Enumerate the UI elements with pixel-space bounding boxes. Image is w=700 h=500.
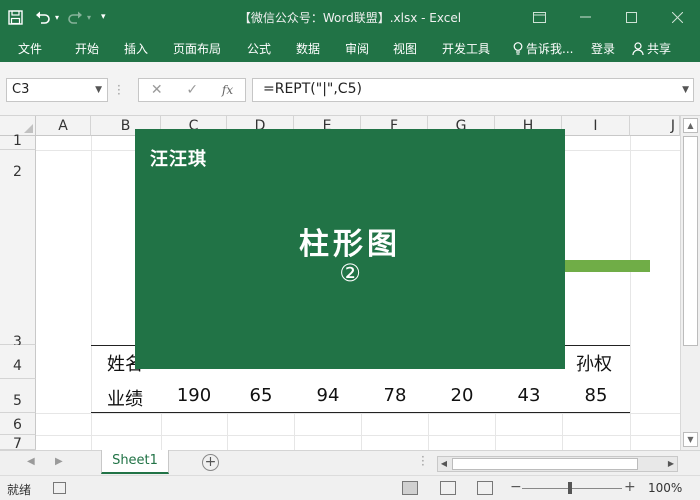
column-header-j[interactable]: J (630, 116, 680, 136)
share-label: 共享 (647, 42, 672, 56)
column-header-i[interactable]: I (562, 116, 630, 136)
tab-page-layout[interactable]: 页面布局 (173, 40, 221, 57)
gridline (36, 435, 680, 436)
page-break-view-icon[interactable] (477, 481, 493, 495)
add-sheet-icon[interactable]: + (202, 454, 219, 471)
formula-buttons: ✕ ✓ fx (138, 78, 246, 102)
zoom-slider[interactable] (522, 488, 622, 489)
status-bar: 就绪 − + 100% (0, 475, 700, 500)
prev-sheet-icon[interactable]: ◀ (27, 456, 35, 467)
name-box[interactable]: C3 ▼ (6, 78, 108, 102)
status-ready: 就绪 (7, 483, 32, 497)
tab-insert[interactable]: 插入 (124, 40, 148, 57)
drag-handle-icon[interactable]: · · · (117, 80, 121, 100)
row-header-6[interactable]: 6 (0, 413, 36, 435)
cell-i5[interactable]: 85 (563, 385, 629, 406)
horizontal-scrollbar[interactable]: ◀ ▶ (437, 456, 678, 472)
gridline (227, 413, 228, 450)
scroll-left-icon[interactable]: ◀ (438, 457, 450, 471)
gridline (495, 413, 496, 450)
overlay-title: 柱形图 (299, 227, 401, 262)
scroll-right-icon[interactable]: ▶ (665, 457, 677, 471)
cell-d5[interactable]: 65 (228, 385, 294, 406)
rept-bar (565, 260, 650, 272)
minimize-icon[interactable] (562, 0, 608, 34)
normal-view-icon[interactable] (402, 481, 418, 495)
scroll-up-icon[interactable]: ▲ (683, 118, 698, 133)
page-layout-view-icon[interactable] (440, 481, 456, 495)
title-bar: ▾ ▾ ▾ 【微信公众号：Word联盟】.xlsx - Excel (0, 0, 700, 34)
zoom-in-icon[interactable]: + (624, 479, 636, 495)
login-button[interactable]: 登录 (591, 40, 615, 57)
close-icon[interactable] (654, 0, 700, 34)
gridline (91, 136, 92, 450)
next-sheet-icon[interactable]: ▶ (55, 456, 63, 467)
gridline (562, 413, 563, 450)
name-box-value: C3 (12, 82, 30, 97)
insert-function-icon[interactable]: fx (222, 83, 233, 97)
row-header-4[interactable]: 4 (0, 345, 36, 379)
row-header-2-wrap: 2 3 (0, 150, 36, 349)
chevron-down-icon[interactable]: ▼ (95, 85, 102, 95)
formula-text: =REPT("|",C5) (263, 81, 362, 97)
share-button[interactable]: 共享 (632, 40, 671, 57)
horizontal-scroll-thumb[interactable] (452, 458, 638, 470)
expand-formula-icon[interactable]: ▼ (682, 85, 689, 95)
gridline (36, 413, 680, 414)
tell-me-label: 告诉我... (526, 42, 574, 56)
gridline (630, 136, 631, 450)
tab-developer[interactable]: 开发工具 (442, 40, 490, 57)
overlay-subtitle: ② (339, 259, 361, 287)
title-overlay-card: 汪汪琪 柱形图 ② (135, 129, 565, 369)
tab-view[interactable]: 视图 (393, 40, 417, 57)
gridline (161, 413, 162, 450)
gridline (294, 413, 295, 450)
row-header-5[interactable]: 5 (0, 379, 36, 413)
cell-g5[interactable]: 20 (429, 385, 495, 406)
cell-e5[interactable]: 94 (295, 385, 361, 406)
vertical-scrollbar[interactable]: ▲ ▼ (680, 116, 700, 450)
tell-me-box[interactable]: 告诉我... (513, 40, 573, 57)
window-controls (516, 0, 700, 34)
column-header-a[interactable]: A (36, 116, 91, 136)
table-bottom-border (91, 412, 630, 413)
cell-f5[interactable]: 78 (362, 385, 428, 406)
person-icon (632, 42, 644, 55)
lightbulb-icon (513, 42, 523, 55)
enter-icon[interactable]: ✓ (186, 82, 198, 98)
cell-c5[interactable]: 190 (161, 385, 227, 406)
row-header-7[interactable]: 7 (0, 435, 36, 452)
cancel-icon[interactable]: ✕ (151, 82, 163, 98)
brand-logo: 汪汪琪 (150, 149, 207, 170)
maximize-icon[interactable] (608, 0, 654, 34)
tab-home[interactable]: 开始 (75, 40, 99, 57)
cell-i4[interactable]: 孙权 (576, 350, 612, 376)
macro-record-icon[interactable] (53, 482, 66, 494)
tab-file[interactable]: 文件 (18, 40, 42, 57)
tab-review[interactable]: 审阅 (345, 40, 369, 57)
scroll-down-icon[interactable]: ▼ (683, 432, 698, 447)
cell-b5[interactable]: 业绩 (107, 385, 143, 411)
ribbon-display-icon[interactable] (516, 0, 562, 34)
tab-split-handle-icon[interactable]: · · · (421, 451, 425, 471)
gridline (428, 413, 429, 450)
sheet-tab-bar: ◀ ▶ Sheet1 + · · · ◀ ▶ (0, 450, 700, 475)
formula-input[interactable]: =REPT("|",C5) ▼ (252, 78, 694, 102)
ribbon-tabs: 文件 开始 插入 页面布局 公式 数据 审阅 视图 开发工具 告诉我... 登录… (0, 34, 700, 62)
row-header-1[interactable]: 1 (0, 134, 36, 150)
zoom-level[interactable]: 100% (648, 481, 682, 495)
tab-data[interactable]: 数据 (296, 40, 320, 57)
row-header-2[interactable]: 2 (13, 164, 22, 180)
tab-formulas[interactable]: 公式 (247, 40, 271, 57)
zoom-slider-thumb[interactable] (568, 482, 572, 494)
cell-h5[interactable]: 43 (496, 385, 562, 406)
scroll-thumb[interactable] (683, 136, 698, 346)
gridline (361, 413, 362, 450)
sheet-tab-sheet1[interactable]: Sheet1 (101, 450, 169, 474)
zoom-out-icon[interactable]: − (510, 479, 522, 495)
